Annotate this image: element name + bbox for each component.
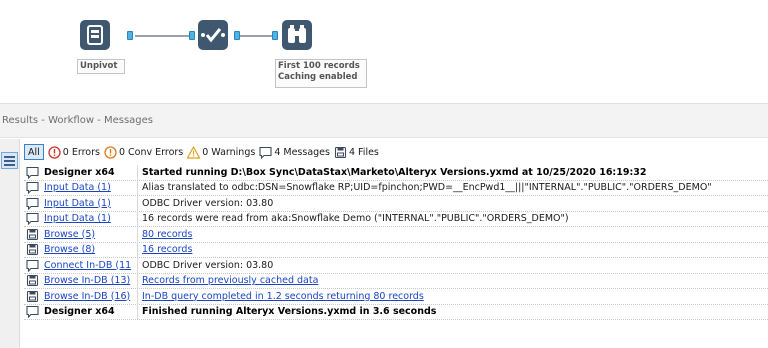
message-icon xyxy=(24,165,42,180)
filter-errors-button[interactable]: 0 Errors xyxy=(48,144,100,160)
warning-icon xyxy=(187,145,201,159)
results-panel-title: Results - Workflow - Messages xyxy=(0,103,768,138)
table-row[interactable]: Connect In-DB (11 ODBC Driver version: 03… xyxy=(24,257,768,274)
annotation-text: Caching enabled xyxy=(278,72,358,82)
browse-tool[interactable] xyxy=(282,20,312,50)
filter-files-label: 4 Files xyxy=(348,146,379,158)
message-icon xyxy=(259,146,272,159)
row-tool-name[interactable]: Browse (8) xyxy=(42,242,138,258)
messages-table: Designer x64 Started running D:\Box Sync\… xyxy=(24,164,768,320)
table-row[interactable]: Designer x64 Started running D:\Box Sync\… xyxy=(24,164,768,181)
row-message: ODBC Driver version: 03.80 xyxy=(142,197,274,209)
table-row[interactable]: Browse In-DB (13) Records from previously… xyxy=(24,273,768,289)
connection-line xyxy=(240,35,273,37)
row-message: ODBC Driver version: 03.80 xyxy=(142,259,274,271)
table-row[interactable]: Browse (5) 80 records xyxy=(24,226,768,243)
binoculars-icon xyxy=(288,25,306,43)
results-panel: All 0 Errors 0 Conv Errors 0 Warnings 4 … xyxy=(0,139,768,348)
filter-all-label: All xyxy=(28,146,40,158)
message-icon xyxy=(24,304,42,319)
table-row[interactable]: Browse (8) 16 records xyxy=(24,242,768,258)
row-message: Alias translated to odbc:DSN=Snowflake R… xyxy=(142,182,712,194)
input-data-tool[interactable] xyxy=(80,20,110,50)
workflow-canvas[interactable]: Unpivot First 100 records Caching enable… xyxy=(0,0,768,103)
filter-conv-errors-label: 0 Conv Errors xyxy=(118,146,184,158)
filter-messages-button[interactable]: 4 Messages xyxy=(259,144,330,160)
filter-warnings-button[interactable]: 0 Warnings xyxy=(187,144,255,160)
message-icon xyxy=(24,180,42,195)
input-anchor[interactable] xyxy=(189,31,195,40)
file-icon xyxy=(24,227,42,242)
row-tool-name: Designer x64 xyxy=(42,164,138,180)
browse-annotation: First 100 records Caching enabled xyxy=(275,59,367,88)
results-title-text: Results - Workflow - Messages xyxy=(2,115,153,126)
row-tool-name[interactable]: Input Data (1) xyxy=(42,195,138,211)
message-filter-bar: All 0 Errors 0 Conv Errors 0 Warnings 4 … xyxy=(24,144,379,160)
row-message[interactable]: 16 records xyxy=(138,242,768,257)
row-tool-name[interactable]: Input Data (1) xyxy=(42,211,138,227)
filter-all-button[interactable]: All xyxy=(24,144,44,160)
file-icon xyxy=(24,273,42,288)
unpivot-tool[interactable] xyxy=(198,20,228,50)
row-message[interactable]: In-DB query completed in 1.2 seconds ret… xyxy=(138,289,768,304)
row-tool-name: Designer x64 xyxy=(42,304,138,320)
table-row[interactable]: Input Data (1) Alias translated to odbc:D… xyxy=(24,180,768,196)
database-icon xyxy=(87,25,103,45)
error-icon xyxy=(48,145,61,159)
filter-files-button[interactable]: 4 Files xyxy=(334,144,379,160)
row-tool-name[interactable]: Input Data (1) xyxy=(42,180,138,196)
list-view-button[interactable] xyxy=(1,152,18,169)
output-anchor[interactable] xyxy=(234,31,240,40)
table-row[interactable]: Designer x64 Finished running Alteryx Ver… xyxy=(24,304,768,320)
row-tool-name[interactable]: Browse In-DB (16) xyxy=(42,288,138,304)
row-message[interactable]: 80 records xyxy=(138,227,768,242)
output-anchor[interactable] xyxy=(127,31,133,40)
input-anchor[interactable] xyxy=(272,31,278,40)
unpivot-annotation: Unpivot xyxy=(77,59,125,74)
file-icon xyxy=(334,146,347,159)
file-icon xyxy=(24,242,42,257)
filter-messages-label: 4 Messages xyxy=(274,146,330,158)
connection-line xyxy=(135,35,190,37)
row-tool-name[interactable]: Browse In-DB (13) xyxy=(42,273,138,289)
list-icon xyxy=(4,156,15,166)
message-icon xyxy=(24,211,42,226)
row-message[interactable]: Records from previously cached data xyxy=(138,273,768,288)
table-row[interactable]: Input Data (1) 16 records were read from … xyxy=(24,211,768,227)
message-icon xyxy=(24,258,42,273)
conversion-error-icon xyxy=(104,145,117,159)
annotation-text: Unpivot xyxy=(80,61,118,71)
message-icon xyxy=(24,196,42,211)
row-tool-name[interactable]: Connect In-DB (11 xyxy=(42,257,138,273)
filter-conv-errors-button[interactable]: 0 Conv Errors xyxy=(104,144,183,160)
results-side-strip xyxy=(0,139,20,348)
table-row[interactable]: Input Data (1) ODBC Driver version: 03.80 xyxy=(24,195,768,212)
row-tool-name[interactable]: Browse (5) xyxy=(42,226,138,242)
file-icon xyxy=(24,289,42,304)
annotation-text: First 100 records xyxy=(278,61,360,71)
checkmark-transform-icon xyxy=(201,28,225,43)
row-message: Finished running Alteryx Versions.yxmd i… xyxy=(142,306,437,318)
filter-errors-label: 0 Errors xyxy=(62,146,100,158)
row-message: 16 records were read from aka:Snowflake … xyxy=(142,213,569,225)
filter-warnings-label: 0 Warnings xyxy=(202,146,256,158)
table-row[interactable]: Browse In-DB (16) In-DB query completed i… xyxy=(24,288,768,305)
row-message: Started running D:\Box Sync\DataStax\Mar… xyxy=(142,166,647,178)
